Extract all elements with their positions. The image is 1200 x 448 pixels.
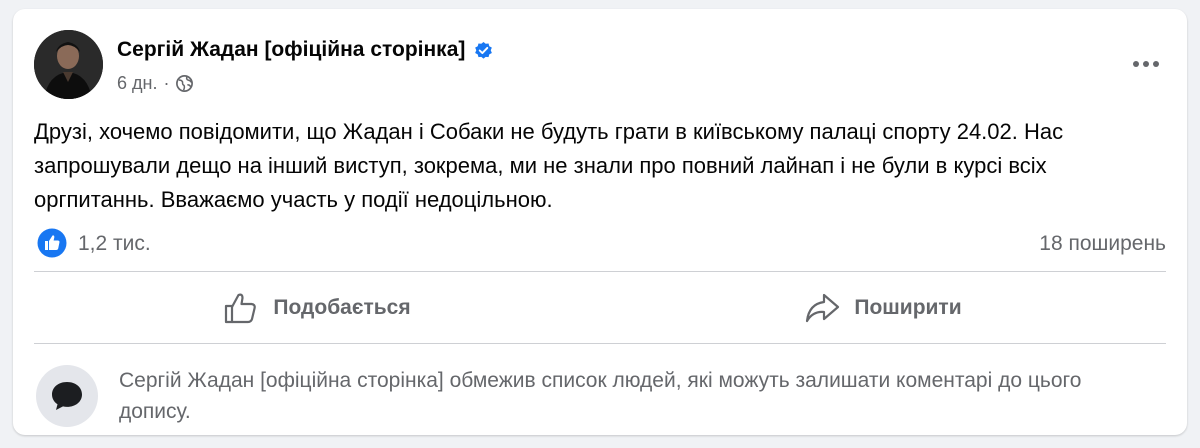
meta-separator: ·: [163, 73, 170, 93]
more-options-icon: [1133, 61, 1159, 67]
more-options-button[interactable]: [1126, 52, 1166, 76]
reactions-count[interactable]: 1,2 тис.: [78, 232, 151, 256]
divider: [34, 343, 1166, 344]
comment-restriction-notice: Сергій Жадан [офіційна сторінка] обмежив…: [34, 359, 1166, 427]
post-card: Сергій Жадан [офіційна сторінка] 6 дн. ·: [13, 9, 1187, 435]
thumbs-up-icon: [225, 293, 257, 324]
share-arrow-icon: [806, 293, 840, 323]
post-text: Друзі, хочемо повідомити, що Жадан і Соб…: [34, 119, 1064, 212]
post-actions: Подобається Поширити: [34, 277, 1166, 339]
share-button-label: Поширити: [854, 296, 962, 319]
shares-count[interactable]: 18 поширень: [1039, 232, 1166, 256]
verified-badge-icon: [475, 41, 493, 59]
like-reaction-icon[interactable]: [37, 228, 67, 258]
avatar[interactable]: [34, 30, 103, 99]
post-stats: 1,2 тис. 18 поширень: [34, 227, 1166, 259]
like-button[interactable]: Подобається: [34, 277, 600, 339]
author-name[interactable]: Сергій Жадан [офіційна сторінка]: [117, 38, 493, 62]
post-header: Сергій Жадан [офіційна сторінка] 6 дн. ·: [34, 30, 1166, 102]
speech-bubble-icon: [52, 382, 82, 410]
share-button[interactable]: Поширити: [600, 277, 1166, 339]
divider: [34, 271, 1166, 272]
notice-icon-circle: [36, 365, 98, 427]
like-button-label: Подобається: [273, 296, 411, 319]
author-name-text[interactable]: Сергій Жадан [офіційна сторінка]: [117, 38, 465, 62]
post-time[interactable]: 6 дн.: [117, 73, 157, 94]
comment-restriction-text: Сергій Жадан [офіційна сторінка] обмежив…: [119, 369, 1082, 423]
post-meta: 6 дн. ·: [117, 73, 194, 94]
globe-icon[interactable]: [175, 74, 194, 93]
